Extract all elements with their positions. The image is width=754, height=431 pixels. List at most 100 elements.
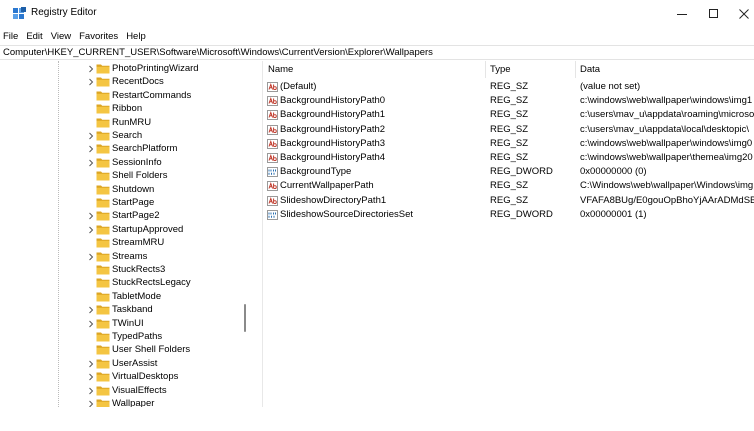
menu-edit[interactable]: Edit (22, 29, 46, 45)
tree-item[interactable]: UserAssist (0, 357, 240, 370)
value-name: BackgroundHistoryPath3 (280, 137, 386, 149)
value-row[interactable]: SlideshowDirectoryPath1 REG_SZ VFAFA8BUg/E… (263, 194, 754, 208)
tree-scrollbar[interactable] (239, 61, 251, 407)
folder-icon (96, 265, 110, 275)
menu-help[interactable]: Help (122, 29, 150, 45)
value-type: REG_DWORD (490, 208, 553, 220)
tree-scrollbar-thumb[interactable] (244, 304, 246, 332)
column-header-data[interactable]: Data (580, 61, 600, 78)
value-row[interactable]: SlideshowSourceDirectoriesSet REG_DWORD 0x… (263, 208, 754, 222)
chevron-right-icon[interactable] (87, 387, 95, 395)
folder-icon (96, 359, 110, 369)
tree-item[interactable]: StartupApproved (0, 223, 240, 236)
chevron-right-icon[interactable] (87, 78, 95, 86)
value-row[interactable]: BackgroundHistoryPath1 REG_SZ c:\users\mav… (263, 108, 754, 122)
value-name: BackgroundHistoryPath4 (280, 152, 386, 163)
chevron-right-icon[interactable] (87, 132, 95, 140)
folder-icon (96, 305, 110, 315)
tree-item[interactable]: TypedPaths (0, 330, 240, 343)
tree-item[interactable]: StreamMRU (0, 236, 240, 249)
tree-item[interactable]: PhotoPrintingWizard (0, 62, 240, 75)
chevron-right-icon[interactable] (87, 320, 95, 328)
tree-item-label: SessionInfo (112, 156, 162, 168)
tree-item[interactable]: SearchPlatform (0, 142, 240, 155)
tree-item[interactable]: RunMRU (0, 116, 240, 129)
value-name: CurrentWallpaperPath (280, 180, 374, 192)
chevron-right-icon[interactable] (87, 212, 95, 220)
tree-item[interactable]: TabletMode (0, 290, 240, 303)
menu-view[interactable]: View (47, 29, 75, 45)
value-row[interactable]: CurrentWallpaperPath REG_SZ C:\Windows\web… (263, 179, 754, 193)
tree-item-label: StartPage2 (112, 210, 160, 222)
chevron-right-icon[interactable] (87, 145, 95, 153)
folder-icon (96, 198, 110, 208)
value-data: C:\Windows\web\wallpaper\Windows\img (580, 180, 754, 192)
chevron-right-icon[interactable] (87, 306, 95, 314)
tree-item[interactable]: Ribbon (0, 102, 240, 115)
menu-file[interactable]: File (0, 29, 22, 45)
folder-icon (96, 345, 110, 355)
tree-item-label: RestartCommands (112, 89, 192, 101)
value-row[interactable]: BackgroundType REG_DWORD 0x00000000 (0) (263, 165, 754, 179)
value-row[interactable]: BackgroundHistoryPath4 REG_SZ c:\windows\w… (263, 151, 754, 165)
value-data: c:\users\mav_u\appdata\local\desktopic\ (580, 123, 749, 135)
folder-icon (96, 118, 110, 128)
tree-item[interactable]: VirtualDesktops (0, 370, 240, 383)
tree-item-label: RecentDocs (112, 76, 164, 88)
chevron-right-icon[interactable] (87, 159, 95, 167)
tree-item[interactable]: Streams (0, 250, 240, 263)
tree-item[interactable]: TWinUI (0, 317, 240, 330)
tree-item[interactable]: RecentDocs (0, 75, 240, 88)
minimize-icon (677, 14, 687, 15)
tree-item[interactable]: StartPage2 (0, 209, 240, 222)
chevron-right-icon[interactable] (87, 373, 95, 381)
tree-item[interactable]: StartPage (0, 196, 240, 209)
value-data: c:\windows\web\wallpaper\windows\img0 (580, 137, 753, 149)
tree-item[interactable]: StuckRects3 (0, 263, 240, 276)
chevron-right-icon[interactable] (87, 360, 95, 368)
registry-key-tree[interactable]: PhotoPrintingWizard RecentDocs RestartComm… (0, 61, 250, 409)
string-value-icon (267, 181, 278, 192)
tree-item-label: TWinUI (112, 317, 144, 329)
string-value-icon (267, 82, 278, 92)
address-bar[interactable]: Computer\HKEY_CURRENT_USER\Software\Micr… (0, 45, 754, 60)
column-divider[interactable] (575, 61, 576, 78)
close-icon (739, 9, 749, 19)
chevron-right-icon[interactable] (87, 65, 95, 73)
tree-item[interactable]: Taskband (0, 303, 240, 316)
tree-item-label: Shutdown (112, 183, 155, 195)
string-value-icon (267, 138, 278, 149)
window-bottom-edge (0, 407, 754, 431)
tree-item-label: VirtualDesktops (112, 371, 179, 383)
value-data: (value not set) (580, 81, 641, 92)
value-name: BackgroundHistoryPath0 (280, 95, 386, 107)
tree-item[interactable]: SessionInfo (0, 156, 240, 169)
value-row[interactable]: (Default) REG_SZ (value not set) (263, 80, 754, 94)
folder-icon (96, 171, 110, 181)
tree-item[interactable]: VisualEffects (0, 384, 240, 397)
menu-favorites[interactable]: Favorites (75, 29, 122, 45)
tree-item-label: StuckRectsLegacy (112, 277, 191, 289)
tree-item[interactable]: Shutdown (0, 183, 240, 196)
string-value-icon (267, 110, 278, 121)
chevron-right-icon[interactable] (87, 226, 95, 234)
column-header-type[interactable]: Type (490, 61, 511, 78)
minimize-button[interactable] (664, 0, 700, 28)
tree-item[interactable]: Search (0, 129, 240, 142)
value-name: (Default) (280, 81, 317, 92)
tree-item-label: Search (112, 130, 143, 141)
value-type: REG_SZ (490, 123, 529, 135)
tree-item[interactable]: User Shell Folders (0, 343, 240, 356)
tree-item[interactable]: StuckRectsLegacy (0, 276, 240, 289)
value-row[interactable]: BackgroundHistoryPath0 REG_SZ c:\windows\w… (263, 94, 754, 108)
value-name: BackgroundType (280, 166, 352, 178)
value-row[interactable]: BackgroundHistoryPath2 REG_SZ c:\users\mav… (263, 123, 754, 137)
chevron-right-icon[interactable] (87, 253, 95, 261)
value-row[interactable]: BackgroundHistoryPath3 REG_SZ c:\windows\w… (263, 137, 754, 151)
column-divider[interactable] (485, 61, 486, 78)
tree-item[interactable]: RestartCommands (0, 89, 240, 102)
column-header-name[interactable]: Name (268, 61, 293, 78)
tree-item[interactable]: Shell Folders (0, 169, 240, 182)
folder-icon (96, 104, 110, 114)
close-button[interactable] (726, 0, 754, 28)
